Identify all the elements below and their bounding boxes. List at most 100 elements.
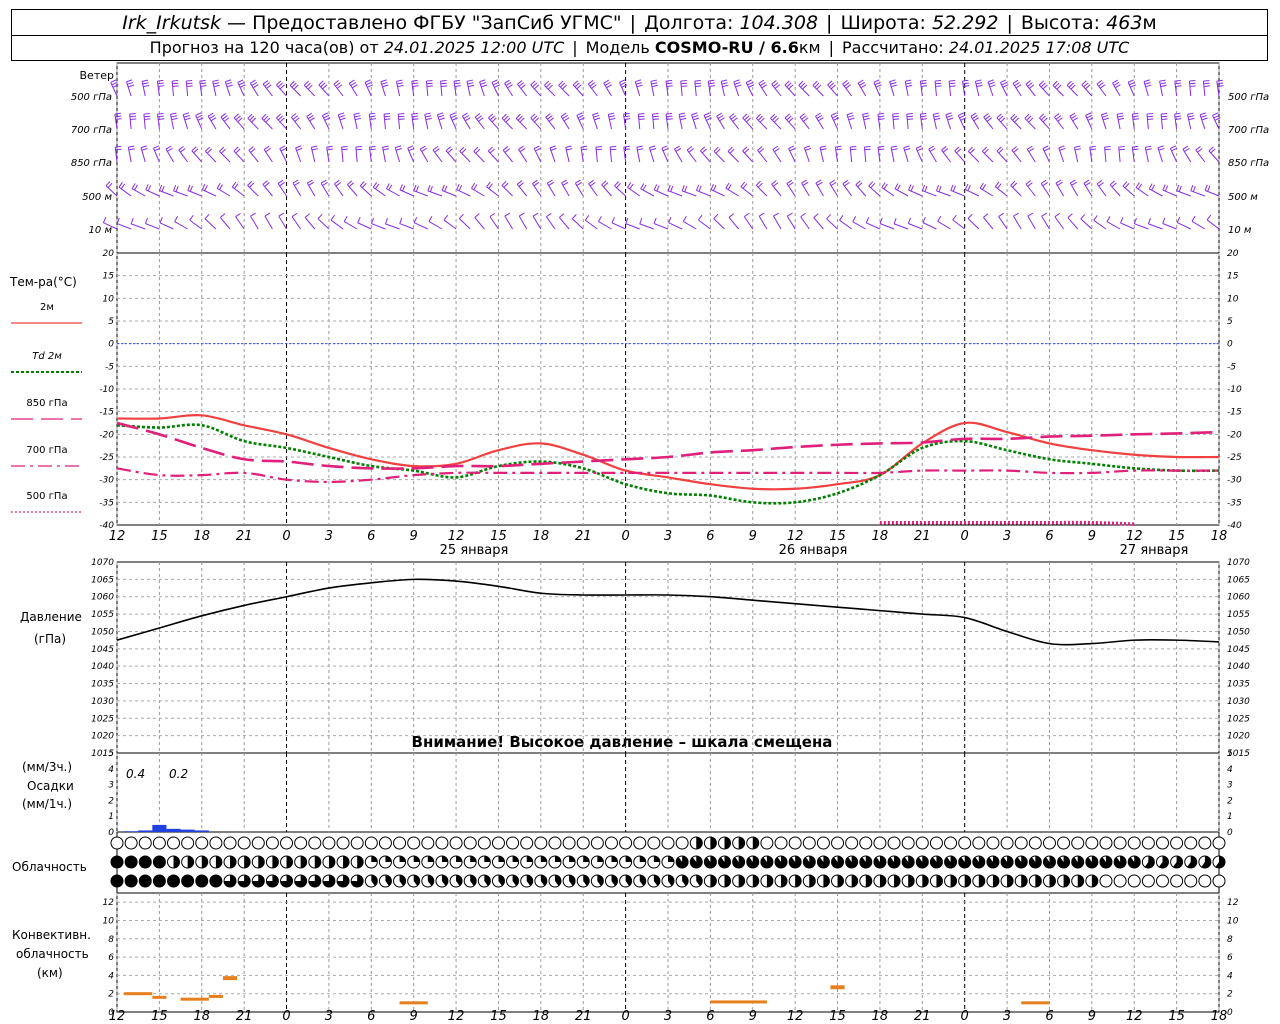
wind-barb-flag: [1099, 84, 1106, 89]
wind-barb: [788, 145, 796, 163]
cloud-cover-symbol: [661, 836, 675, 850]
cloud-cover-symbol: [1170, 836, 1184, 850]
wind-barb-staff: [601, 184, 612, 197]
wind-barb: [950, 184, 965, 197]
wind-barb-staff: [219, 151, 231, 163]
wind-barb-flag: [1189, 80, 1196, 82]
cloud-cover-symbol: [958, 874, 972, 888]
wind-barb-staff: [399, 223, 414, 230]
cloud-cover-symbol: [322, 855, 336, 869]
hour-tick-label: 6: [367, 1009, 375, 1024]
wind-barb-flag: [973, 117, 980, 122]
cloud-cover-symbol: [859, 836, 873, 850]
wind-barb-flag: [774, 147, 780, 153]
wind-barb-flag: [639, 218, 643, 225]
hour-tick-label: 18: [872, 1009, 889, 1024]
wind-barb-flag: [744, 212, 750, 218]
wind-barb-staff: [813, 217, 824, 230]
wind-barb: [1010, 180, 1022, 197]
wind-barb: [865, 217, 881, 230]
wind-barb-staff: [277, 183, 287, 197]
conv-axis-tick: 2: [108, 990, 114, 1000]
wind-barb-flag: [175, 185, 179, 192]
wind-barb-staff: [530, 84, 542, 97]
hour-tick-label: 9: [410, 1009, 418, 1024]
wind-barb: [187, 184, 202, 197]
cloud-cover-symbol: [124, 874, 138, 888]
cloud-cover-symbol: [491, 874, 505, 888]
wind-barb-flag: [425, 115, 432, 118]
wind-barb: [471, 182, 485, 197]
wind-barb-flag: [983, 113, 989, 118]
wind-barb-flag: [1118, 117, 1125, 121]
hour-tick-label: 12: [109, 529, 126, 544]
wind-barb-flag: [591, 84, 597, 89]
wind-barb-flag: [438, 117, 445, 121]
wind-barb-flag: [1012, 79, 1019, 84]
wind-barb-staff: [235, 216, 245, 230]
wind-barb-flag: [773, 182, 779, 187]
cloud-cover-symbol: [746, 874, 760, 888]
cloud-cover-symbol: [647, 836, 661, 850]
wind-barb-flag: [848, 117, 855, 121]
wind-barb-flag: [721, 79, 728, 82]
wind-barb: [1146, 113, 1154, 130]
wind-barb-flag: [292, 179, 299, 184]
wind-barb-flag: [1147, 115, 1154, 118]
cloud-fill-wedge: [809, 875, 816, 887]
wind-barb-flag: [787, 212, 793, 217]
wind-barb: [231, 181, 245, 197]
wind-barb: [321, 112, 331, 130]
wind-barb-staff: [683, 220, 697, 230]
wind-barb-flag: [532, 82, 538, 88]
wind-barb: [800, 212, 810, 230]
wind-barb: [771, 80, 782, 97]
wind-barb: [1206, 214, 1220, 230]
wind-barb: [919, 112, 928, 130]
cloud-circle: [1099, 836, 1113, 850]
wind-barb: [459, 146, 471, 163]
wind-barb-flag: [905, 79, 912, 82]
wind-barb-flag: [905, 82, 912, 85]
wind-barb: [1052, 80, 1064, 97]
wind-barb: [159, 184, 174, 197]
cloud-cover-symbol: [633, 855, 647, 869]
wind-barb-staff: [653, 223, 669, 230]
wind-barb-flag: [770, 113, 776, 119]
cloud-fill-wedge: [992, 875, 999, 887]
cloud-cover-symbol: [746, 836, 760, 850]
wind-barb-flag: [384, 218, 388, 225]
cloud-cover-symbol: [223, 855, 237, 869]
wind-barb-flag: [972, 114, 978, 119]
wind-barb-flag: [983, 148, 989, 154]
wind-barb-flag: [396, 79, 403, 82]
conv-title-3: (км): [37, 966, 63, 980]
wind-barb-flag: [306, 112, 313, 117]
wind-barb-flag: [547, 115, 553, 120]
wind-barb: [341, 145, 348, 163]
cloud-cover-symbol: [534, 855, 548, 869]
wind-barb-flag: [322, 84, 328, 90]
wind-barb-flag: [942, 148, 949, 153]
wind-barb: [262, 80, 273, 97]
wind-barb-flag: [1001, 81, 1008, 86]
cloud-cover-symbol: [774, 855, 788, 869]
wind-barb-flag: [907, 217, 912, 224]
cloud-cover-symbol: [463, 836, 477, 850]
cloud-circle: [1170, 874, 1184, 888]
cloud-circle: [110, 874, 124, 888]
wind-barb-flag: [805, 147, 812, 151]
wind-barb-flag: [424, 112, 431, 115]
cloud-cover-symbol: [350, 874, 364, 888]
wind-barb-flag: [233, 146, 239, 152]
cloud-circle: [506, 836, 520, 850]
wind-barb: [758, 79, 768, 97]
wind-barb-flag: [566, 148, 573, 151]
wind-barb-flag: [1042, 145, 1049, 149]
cloud-cover-symbol: [1141, 874, 1155, 888]
wind-barb-flag: [935, 80, 942, 82]
cloud-fill-wedge: [781, 875, 788, 887]
wind-barb-flag: [688, 148, 694, 153]
cloud-cover-symbol: [435, 874, 449, 888]
precip-axis-tick: 5: [1227, 749, 1233, 759]
